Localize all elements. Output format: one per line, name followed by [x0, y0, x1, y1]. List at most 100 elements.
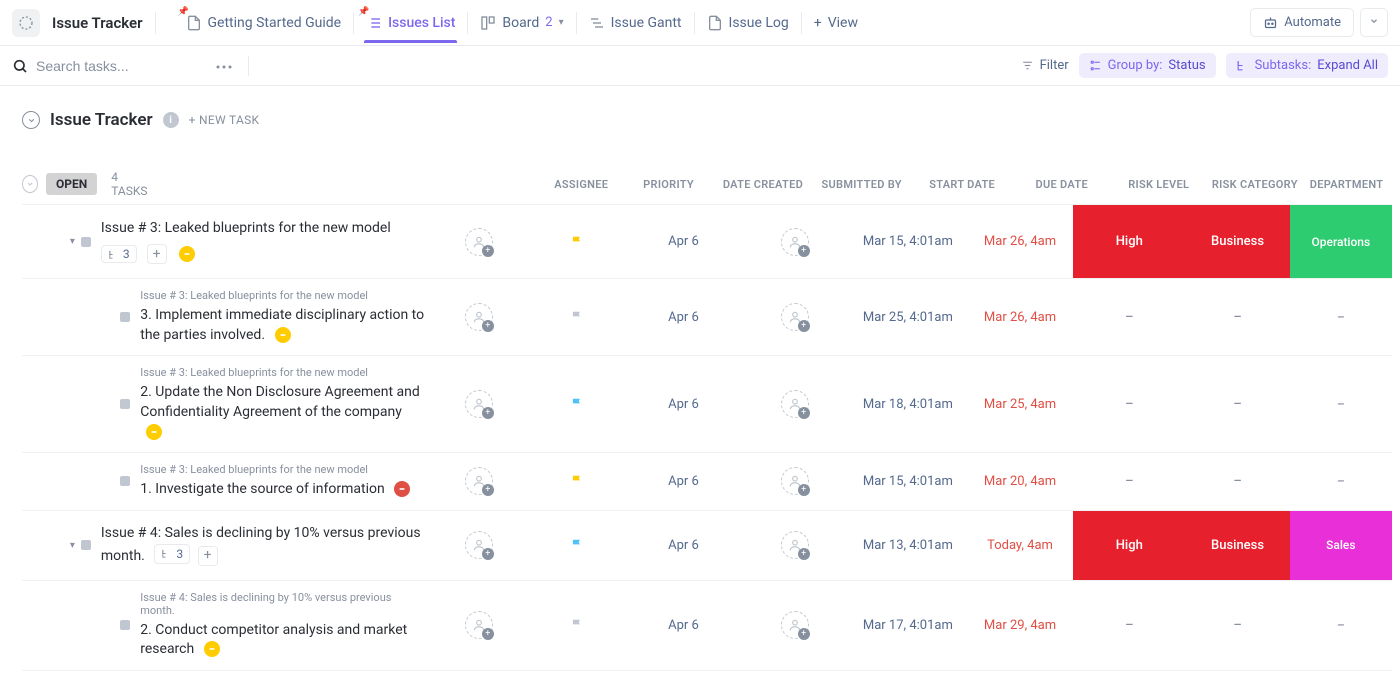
- cell-submitted-by[interactable]: [741, 511, 849, 580]
- cell-start-date[interactable]: Mar 15, 4:01am: [849, 453, 967, 510]
- cell-risk-level[interactable]: –: [1073, 453, 1185, 510]
- folder-name[interactable]: Issue Tracker: [52, 14, 143, 32]
- task-row[interactable]: ▾ Issue # 3: Leaked blueprints for the n…: [22, 205, 1392, 279]
- status-pill[interactable]: [179, 246, 195, 262]
- parent-task-ref[interactable]: Issue # 4: Sales is declining by 10% ver…: [140, 591, 425, 617]
- cell-department[interactable]: –: [1290, 356, 1392, 452]
- task-title[interactable]: 2. Update the Non Disclosure Agreement a…: [140, 383, 425, 442]
- list-title[interactable]: Issue Tracker: [50, 110, 153, 130]
- cell-start-date[interactable]: Mar 25, 4:01am: [849, 279, 967, 355]
- filter-button[interactable]: Filter: [1021, 58, 1069, 73]
- task-title[interactable]: Issue # 3: Leaked blueprints for the new…: [101, 219, 426, 239]
- new-task-button[interactable]: + NEW TASK: [189, 113, 260, 127]
- parent-task-ref[interactable]: Issue # 3: Leaked blueprints for the new…: [140, 289, 425, 302]
- parent-task-ref[interactable]: Issue # 3: Leaked blueprints for the new…: [140, 463, 425, 476]
- cell-submitted-by[interactable]: [741, 356, 849, 452]
- add-subtask-button[interactable]: +: [147, 244, 167, 264]
- cell-assignee[interactable]: [430, 205, 528, 278]
- cell-department[interactable]: –: [1290, 279, 1392, 355]
- automate-dropdown[interactable]: [1360, 8, 1388, 37]
- status-square[interactable]: [120, 312, 130, 322]
- task-title[interactable]: 1. Investigate the source of information: [140, 480, 425, 500]
- cell-start-date[interactable]: Mar 15, 4:01am: [849, 205, 967, 278]
- expand-caret[interactable]: ▾: [70, 236, 75, 247]
- groupby-pill[interactable]: Group by: Status: [1079, 53, 1216, 78]
- col-risk-level[interactable]: RISK LEVEL: [1109, 178, 1209, 191]
- cell-assignee[interactable]: [430, 511, 528, 580]
- task-title[interactable]: 3. Implement immediate disciplinary acti…: [140, 306, 425, 345]
- col-department[interactable]: DEPARTMENT: [1301, 178, 1392, 191]
- info-icon[interactable]: i: [163, 112, 179, 128]
- status-pill[interactable]: [146, 424, 162, 440]
- cell-start-date[interactable]: Mar 13, 4:01am: [849, 511, 967, 580]
- status-square[interactable]: [120, 399, 130, 409]
- cell-due-date[interactable]: Mar 29, 4am: [967, 581, 1073, 670]
- cell-priority[interactable]: [528, 205, 626, 278]
- cell-assignee[interactable]: [430, 581, 528, 670]
- cell-risk-level[interactable]: –: [1073, 279, 1185, 355]
- status-pill[interactable]: [394, 481, 410, 497]
- cell-risk-category[interactable]: –: [1185, 581, 1289, 670]
- col-risk-category[interactable]: RISK CATEGORY: [1209, 178, 1302, 191]
- subtask-count-chip[interactable]: 3: [101, 245, 137, 263]
- automate-button[interactable]: Automate: [1250, 8, 1354, 37]
- cell-department[interactable]: Operations: [1290, 205, 1392, 278]
- status-pill[interactable]: [275, 327, 291, 343]
- cell-risk-category[interactable]: –: [1185, 279, 1289, 355]
- cell-submitted-by[interactable]: [741, 279, 849, 355]
- collapse-list-icon[interactable]: [22, 111, 40, 129]
- tab-board[interactable]: Board 2 ▾: [470, 3, 573, 43]
- task-row[interactable]: ▾ Issue # 4: Sales is declining by 10% v…: [22, 511, 1392, 581]
- cell-due-date[interactable]: Mar 26, 4am: [967, 205, 1073, 278]
- status-square[interactable]: [120, 620, 130, 630]
- folder-icon[interactable]: [12, 9, 40, 37]
- cell-risk-level[interactable]: High: [1073, 205, 1185, 278]
- cell-priority[interactable]: [528, 511, 626, 580]
- tab-issue-gantt[interactable]: Issue Gantt: [579, 3, 692, 43]
- col-assignee[interactable]: ASSIGNEE: [538, 178, 625, 191]
- cell-risk-category[interactable]: –: [1185, 453, 1289, 510]
- status-square[interactable]: [120, 476, 130, 486]
- search-input[interactable]: [36, 54, 196, 78]
- cell-risk-level[interactable]: –: [1073, 356, 1185, 452]
- col-submitted-by[interactable]: SUBMITTED BY: [814, 178, 910, 191]
- task-title[interactable]: 2. Conduct competitor analysis and marke…: [140, 621, 425, 660]
- cell-risk-category[interactable]: Business: [1185, 205, 1289, 278]
- more-options[interactable]: [216, 58, 232, 73]
- subtask-count-chip[interactable]: 3: [154, 544, 190, 565]
- cell-due-date[interactable]: Today, 4am: [967, 511, 1073, 580]
- add-subtask-button[interactable]: +: [198, 546, 218, 566]
- group-collapse-toggle[interactable]: [22, 175, 38, 193]
- subtasks-pill[interactable]: Subtasks: Expand All: [1226, 53, 1388, 78]
- task-row[interactable]: Issue # 3: Leaked blueprints for the new…: [22, 453, 1392, 511]
- cell-due-date[interactable]: Mar 26, 4am: [967, 279, 1073, 355]
- cell-submitted-by[interactable]: [741, 205, 849, 278]
- cell-department[interactable]: –: [1290, 581, 1392, 670]
- cell-assignee[interactable]: [430, 453, 528, 510]
- cell-assignee[interactable]: [430, 279, 528, 355]
- cell-risk-category[interactable]: Business: [1185, 511, 1289, 580]
- tab-getting-started[interactable]: 📌 Getting Started Guide: [176, 3, 352, 43]
- task-title[interactable]: Issue # 4: Sales is declining by 10% ver…: [101, 524, 426, 566]
- cell-due-date[interactable]: Mar 25, 4am: [967, 356, 1073, 452]
- cell-priority[interactable]: [528, 453, 626, 510]
- tab-issue-log[interactable]: Issue Log: [697, 3, 799, 43]
- task-row[interactable]: Issue # 4: Sales is declining by 10% ver…: [22, 581, 1392, 671]
- col-date-created[interactable]: DATE CREATED: [712, 178, 813, 191]
- parent-task-ref[interactable]: Issue # 3: Leaked blueprints for the new…: [140, 366, 425, 379]
- cell-risk-level[interactable]: High: [1073, 511, 1185, 580]
- task-row[interactable]: Issue # 3: Leaked blueprints for the new…: [22, 356, 1392, 453]
- cell-priority[interactable]: [528, 279, 626, 355]
- status-square[interactable]: [81, 540, 91, 550]
- cell-priority[interactable]: [528, 581, 626, 670]
- cell-due-date[interactable]: Mar 20, 4am: [967, 453, 1073, 510]
- cell-priority[interactable]: [528, 356, 626, 452]
- col-start-date[interactable]: START DATE: [910, 178, 1015, 191]
- cell-start-date[interactable]: Mar 18, 4:01am: [849, 356, 967, 452]
- cell-department[interactable]: –: [1290, 453, 1392, 510]
- cell-risk-category[interactable]: –: [1185, 356, 1289, 452]
- cell-risk-level[interactable]: –: [1073, 581, 1185, 670]
- cell-assignee[interactable]: [430, 356, 528, 452]
- group-status-label[interactable]: OPEN: [46, 173, 97, 195]
- cell-submitted-by[interactable]: [741, 581, 849, 670]
